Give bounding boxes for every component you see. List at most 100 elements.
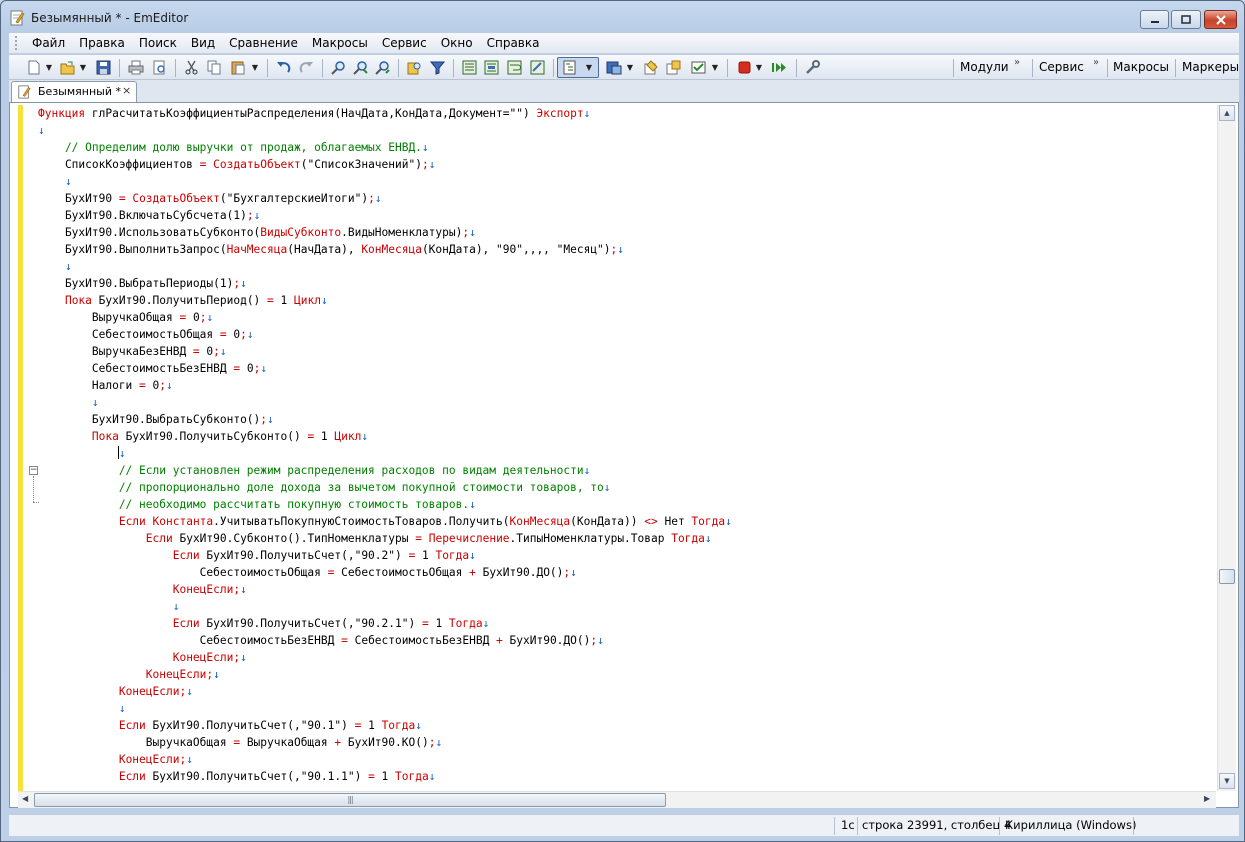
outline-icon[interactable] [561,59,578,76]
ruler-icon[interactable] [529,59,546,76]
split-window-icon[interactable] [483,59,500,76]
copy-icon[interactable] [206,59,223,76]
code-line[interactable]: Если БухИт90.ПолучитьСчет(,"90.1") = 1 Т… [38,717,1216,734]
menu-macros[interactable]: Макросы [305,33,375,53]
code-line[interactable]: Налоги = 0;↓ [38,377,1216,394]
code-line[interactable]: Функция глРасчитатьКоэффициентыРаспредел… [38,105,1216,122]
code-line[interactable]: // пропорционально доле дохода за вычето… [38,479,1216,496]
vertical-scroll-thumb[interactable] [1219,569,1235,584]
code-line[interactable]: КонецЕсли;↓ [38,666,1216,683]
code-line[interactable]: // Если установлен режим распределения р… [38,462,1216,479]
code-line[interactable]: СебестоимостьБезЕНВД = СебестоимостьБезЕ… [38,632,1216,649]
tools-chevron-icon[interactable]: » [1093,57,1099,68]
code-line[interactable]: БухИт90.ВыбратьСубконто();↓ [38,411,1216,428]
status-mode[interactable]: 1c [841,818,855,832]
menu-view[interactable]: Вид [184,33,222,53]
wrap-icon[interactable] [506,59,523,76]
menu-window[interactable]: Окно [434,33,480,53]
minimize-button[interactable] [1140,10,1169,29]
code-line[interactable]: ВыручкаБезЕНВД = 0;↓ [38,343,1216,360]
code-line[interactable]: БухИт90.ИспользоватьСубконто(ВидыСубконт… [38,224,1216,241]
open-dropdown[interactable]: ▼ [79,60,87,75]
maximize-button[interactable] [1171,10,1201,29]
find-prev-icon[interactable] [374,59,391,76]
status-encoding[interactable]: Кириллица (Windows) [1005,818,1136,832]
code-line[interactable]: Если БухИт90.Субконто().ТипНоменклатуры … [38,530,1216,547]
menu-search[interactable]: Поиск [132,33,184,53]
code-line[interactable]: БухИт90 = СоздатьОбъект("БухгалтерскиеИт… [38,190,1216,207]
menu-file[interactable]: Файл [25,33,72,53]
horizontal-scrollbar[interactable]: ◀ ||| ▶ [18,791,1216,808]
save-icon[interactable] [95,59,112,76]
undo-icon[interactable] [275,59,292,76]
fold-toggle-icon[interactable]: − [29,466,38,475]
configuration-dropdown[interactable]: ▼ [626,60,634,75]
code-line[interactable]: Пока БухИт90.ПолучитьСубконто() = 1 Цикл… [38,428,1216,445]
markers-panel-button[interactable]: Маркеры [1182,59,1239,76]
code-line[interactable]: КонецЕсли;↓ [38,751,1216,768]
plugin-one-icon[interactable] [643,59,660,76]
code-line[interactable]: // Определим долю выручки от продаж, обл… [38,139,1216,156]
code-line[interactable]: ↓ [38,173,1216,190]
plugin-two-icon[interactable] [665,59,682,76]
modules-chevron-icon[interactable]: » [1014,57,1020,68]
code-text-area[interactable]: Функция глРасчитатьКоэффициентыРаспредел… [38,105,1216,789]
find-icon[interactable] [330,59,347,76]
scroll-down-icon[interactable]: ▼ [1219,773,1235,789]
code-line[interactable]: СебестоимостьБезЕНВД = 0;↓ [38,360,1216,377]
configuration-icon[interactable] [605,59,622,76]
code-line[interactable]: КонецЕсли;↓ [38,581,1216,598]
editor-pane[interactable]: − Функция глРасчитатьКоэффициентыРаспред… [9,102,1239,808]
menu-edit[interactable]: Правка [72,33,132,53]
code-line[interactable]: ВыручкаОбщая = ВыручкаОбщая + БухИт90.КО… [38,734,1216,751]
outline-dropdown[interactable]: ▼ [585,60,593,75]
customize-tools-icon[interactable] [804,59,821,76]
checklist-dropdown[interactable]: ▼ [711,60,719,75]
new-file-icon[interactable] [25,59,42,76]
code-line[interactable]: СебестоимостьОбщая = СебестоимостьОбщая … [38,564,1216,581]
print-icon[interactable] [127,59,144,76]
menu-tools[interactable]: Сервис [375,33,434,53]
menu-compare[interactable]: Сравнение [222,33,305,53]
new-file-dropdown[interactable]: ▼ [45,60,53,75]
status-cursor-position[interactable]: строка 23991, столбец 4 [862,818,1011,832]
tab-untitled[interactable]: Безымянный * × [11,81,137,102]
code-line[interactable]: Пока БухИт90.ПолучитьПериод() = 1 Цикл↓ [38,292,1216,309]
code-line[interactable]: // необходимо рассчитать покупную стоимо… [38,496,1216,513]
code-line[interactable]: БухИт90.ВыбратьПериоды(1);↓ [38,275,1216,292]
layout-toggle-icon[interactable] [461,59,478,76]
menu-help[interactable]: Справка [480,33,547,53]
record-dropdown[interactable]: ▼ [755,60,763,75]
code-line[interactable]: ↓ [38,445,1216,462]
code-line[interactable]: БухИт90.ВключатьСубсчета(1);↓ [38,207,1216,224]
menu-grip[interactable] [15,36,19,50]
code-line[interactable]: БухИт90.ВыполнитьЗапрос(НачМесяца(НачДат… [38,241,1216,258]
title-bar[interactable]: Безымянный * - EmEditor [1,1,1244,35]
code-line[interactable]: Если БухИт90.ПолучитьСчет(,"90.2.1") = 1… [38,615,1216,632]
scroll-up-icon[interactable]: ▲ [1219,105,1235,121]
tab-close-icon[interactable]: × [122,84,131,97]
scroll-right-icon[interactable]: ▶ [1204,794,1210,803]
run-macro-icon[interactable] [771,59,788,76]
code-line[interactable]: СебестоимостьОбщая = 0;↓ [38,326,1216,343]
open-folder-icon[interactable] [59,59,76,76]
paste-dropdown[interactable]: ▼ [251,60,259,75]
horizontal-scroll-thumb[interactable]: ||| [34,793,666,807]
filter-icon[interactable] [429,59,446,76]
find-in-files-icon[interactable] [406,59,423,76]
checklist-icon[interactable] [690,59,707,76]
code-line[interactable]: ↓ [38,394,1216,411]
code-line[interactable]: КонецЕсли;↓ [38,683,1216,700]
code-line[interactable]: ↓ [38,700,1216,717]
print-preview-icon[interactable] [151,59,168,76]
scroll-left-icon[interactable]: ◀ [22,794,28,803]
code-line[interactable]: ↓ [38,598,1216,615]
code-line[interactable]: ВыручкаОбщая = 0;↓ [38,309,1216,326]
code-line[interactable]: ↓ [38,258,1216,275]
vertical-scrollbar[interactable]: ▲ ▼ [1217,105,1236,791]
macros-panel-button[interactable]: Макросы [1113,59,1169,76]
record-macro-icon[interactable] [736,59,753,76]
code-line[interactable]: Если Константа.УчитыватьПокупнуюСтоимост… [38,513,1216,530]
code-line[interactable]: Если БухИт90.ПолучитьСчет(,"90.2") = 1 Т… [38,547,1216,564]
tools-panel-button[interactable]: Сервис [1039,59,1084,76]
